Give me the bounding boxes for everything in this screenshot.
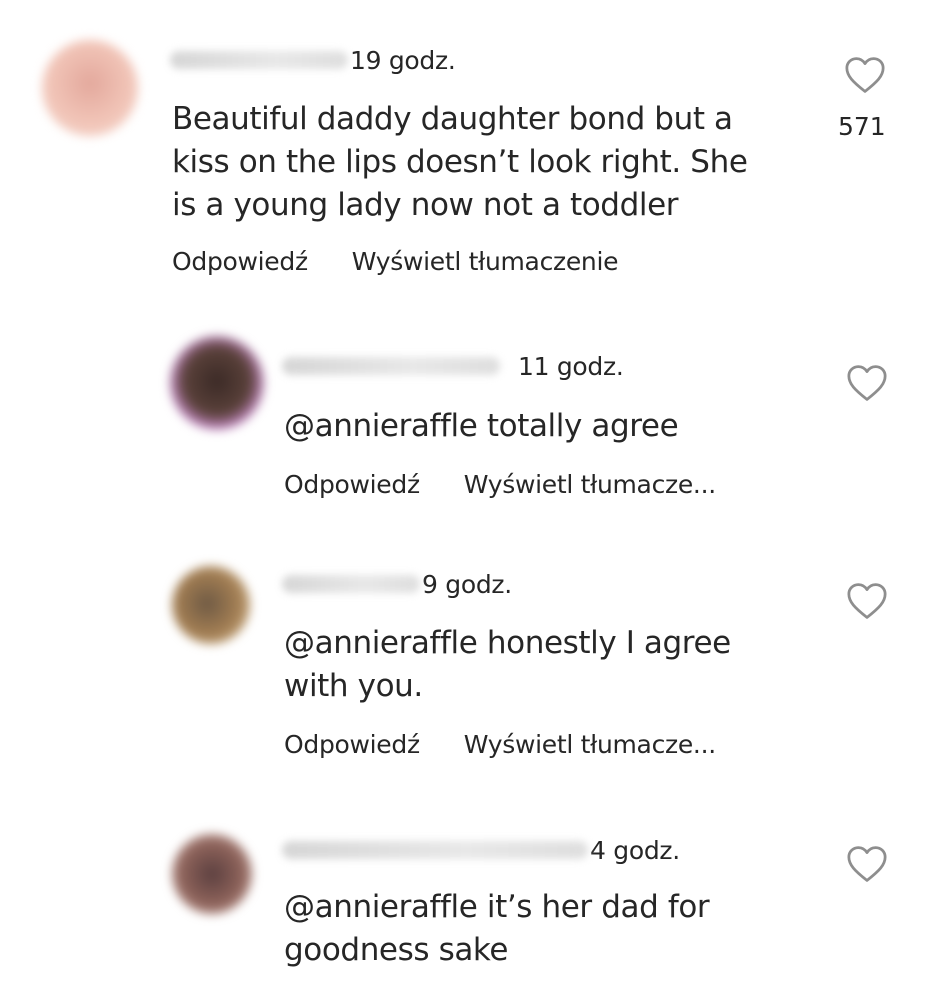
comment-text-line: @annieraffle totally agree [284,408,679,444]
comment-text-line: with you. [284,668,423,704]
heart-outline-icon[interactable] [844,56,886,94]
comment-actions: Odpowiedź Wyświetl tłumacze... [284,730,716,759]
reply-button[interactable]: Odpowiedź [284,730,420,759]
comment-text-line: Beautiful daddy daughter bond but a [172,101,733,137]
username-blurred[interactable] [282,357,500,375]
comment-time: 19 godz. [350,45,456,75]
comment-text: @annieraffle it’s her dad for goodness s… [284,886,824,972]
comment-text-line: is a young lady now not a toddler [172,187,679,223]
comment-item: 19 godz. Beautiful daddy daughter bond b… [0,0,945,300]
comment-actions: Odpowiedź Wyświetl tłumacze... [284,470,716,499]
like-count: 571 [838,112,886,141]
heart-outline-icon[interactable] [846,845,888,883]
reply-button[interactable]: Odpowiedź [284,470,420,499]
comment-text: Beautiful daddy daughter bond but a kiss… [172,98,812,227]
avatar[interactable] [170,336,264,430]
username-blurred[interactable] [282,841,588,859]
username-blurred[interactable] [282,575,420,593]
comment-meta: 4 godz. [282,832,680,868]
comment-meta: 9 godz. [282,566,512,602]
comment-text: @annieraffle totally agree [284,405,824,448]
username-blurred[interactable] [170,51,348,69]
avatar[interactable] [172,566,250,644]
comment-meta: 11 godz. [282,348,624,384]
avatar[interactable] [172,834,252,914]
reply-item: 9 godz. @annieraffle honestly I agree wi… [0,548,945,798]
reply-item: 4 godz. @annieraffle it’s her dad for go… [0,812,945,996]
heart-outline-icon[interactable] [846,582,888,620]
translate-button[interactable]: Wyświetl tłumaczenie [352,247,619,276]
translate-button[interactable]: Wyświetl tłumacze... [464,730,716,759]
comment-text-line: goodness sake [284,932,509,968]
translate-button[interactable]: Wyświetl tłumacze... [464,470,716,499]
comment-time: 4 godz. [590,835,680,865]
comment-text: @annieraffle honestly I agree with you. [284,622,824,708]
comment-time: 11 godz. [518,351,624,381]
comment-text-line: @annieraffle it’s her dad for [284,889,710,925]
comment-time: 9 godz. [422,569,512,599]
reply-button[interactable]: Odpowiedź [172,247,308,276]
comment-text-line: @annieraffle honestly I agree [284,625,731,661]
comment-meta: 19 godz. [170,42,456,78]
comments-screen: 19 godz. Beautiful daddy daughter bond b… [0,0,945,996]
comment-actions: Odpowiedź Wyświetl tłumaczenie [172,247,619,276]
avatar[interactable] [42,40,138,136]
reply-item: 11 godz. @annieraffle totally agree Odpo… [0,320,945,530]
comment-text-line: kiss on the lips doesn’t look right. She [172,144,748,180]
heart-outline-icon[interactable] [846,364,888,402]
